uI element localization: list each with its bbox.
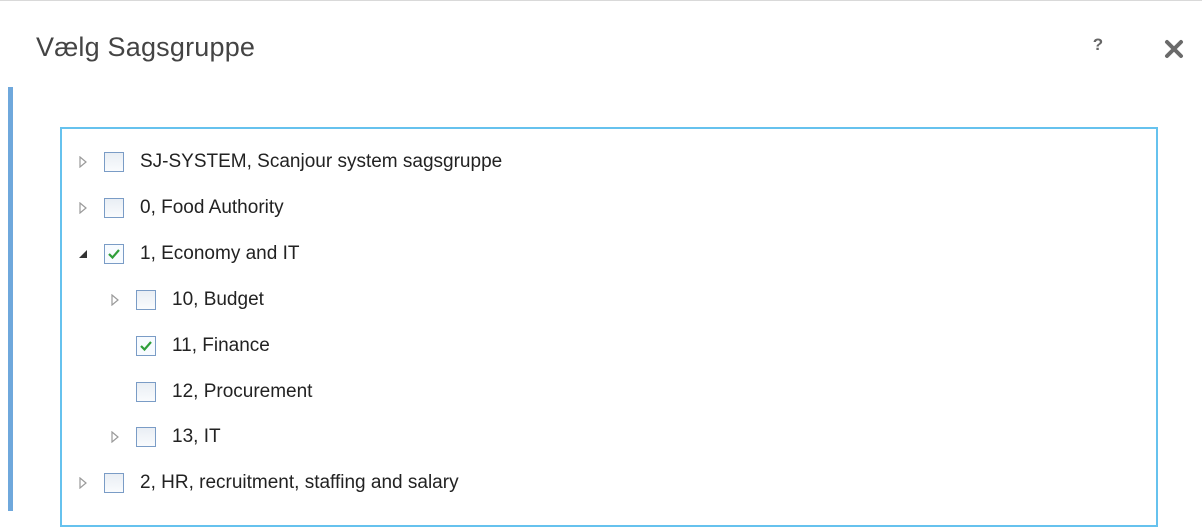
collapsed-triangle-icon[interactable] xyxy=(108,293,122,307)
tree-item-label: 12, Procurement xyxy=(172,381,313,402)
tree-item[interactable]: 12, Procurement xyxy=(108,375,312,409)
help-button[interactable]: ? xyxy=(1088,35,1108,65)
collapsed-triangle-icon[interactable] xyxy=(76,155,90,169)
tree-item-label: 1, Economy and IT xyxy=(140,243,300,264)
select-case-group-dialog: Vælg Sagsgruppe ? SJ-SYSTEM, Scanjour sy… xyxy=(0,0,1202,527)
tree-item-label: SJ-SYSTEM, Scanjour system sagsgruppe xyxy=(140,151,503,172)
tree-item-label: 11, Finance xyxy=(172,335,270,356)
tree-item[interactable]: 0, Food Authority xyxy=(76,191,284,225)
checkmark-icon xyxy=(140,341,152,352)
close-icon xyxy=(1165,40,1183,58)
tree-item-checkbox[interactable] xyxy=(136,427,156,447)
tree-item-checkbox[interactable] xyxy=(104,198,124,218)
tree-item-checkbox[interactable] xyxy=(136,290,156,310)
tree-item[interactable]: 1, Economy and IT xyxy=(76,237,299,271)
tree-item-checkbox[interactable] xyxy=(136,336,156,356)
tree-item[interactable]: 13, IT xyxy=(108,420,221,454)
focus-accent-bar xyxy=(8,87,13,511)
collapsed-triangle-icon[interactable] xyxy=(76,201,90,215)
tree-item[interactable]: SJ-SYSTEM, Scanjour system sagsgruppe xyxy=(76,145,502,179)
tree-item[interactable]: 11, Finance xyxy=(108,329,270,363)
tree-item-checkbox[interactable] xyxy=(104,244,124,264)
expanded-triangle-icon[interactable] xyxy=(76,247,90,261)
tree-item-checkbox[interactable] xyxy=(104,473,124,493)
collapsed-triangle-icon[interactable] xyxy=(108,430,122,444)
tree-item-label: 2, HR, recruitment, staffing and salary xyxy=(140,472,459,493)
tree-item-label: 10, Budget xyxy=(172,289,264,310)
case-group-tree[interactable]: SJ-SYSTEM, Scanjour system sagsgruppe 0, … xyxy=(60,127,1158,527)
tree-item[interactable]: 10, Budget xyxy=(108,283,264,317)
tree-item-label: 13, IT xyxy=(172,426,221,447)
checkmark-icon xyxy=(108,249,120,260)
tree-item-checkbox[interactable] xyxy=(104,152,124,172)
tree-item-label: 0, Food Authority xyxy=(140,197,284,218)
tree-item-checkbox[interactable] xyxy=(136,382,156,402)
close-button[interactable] xyxy=(1162,37,1186,63)
collapsed-triangle-icon[interactable] xyxy=(76,476,90,490)
tree-item[interactable]: 2, HR, recruitment, staffing and salary xyxy=(76,466,459,500)
dialog-title: Vælg Sagsgruppe xyxy=(36,32,256,62)
